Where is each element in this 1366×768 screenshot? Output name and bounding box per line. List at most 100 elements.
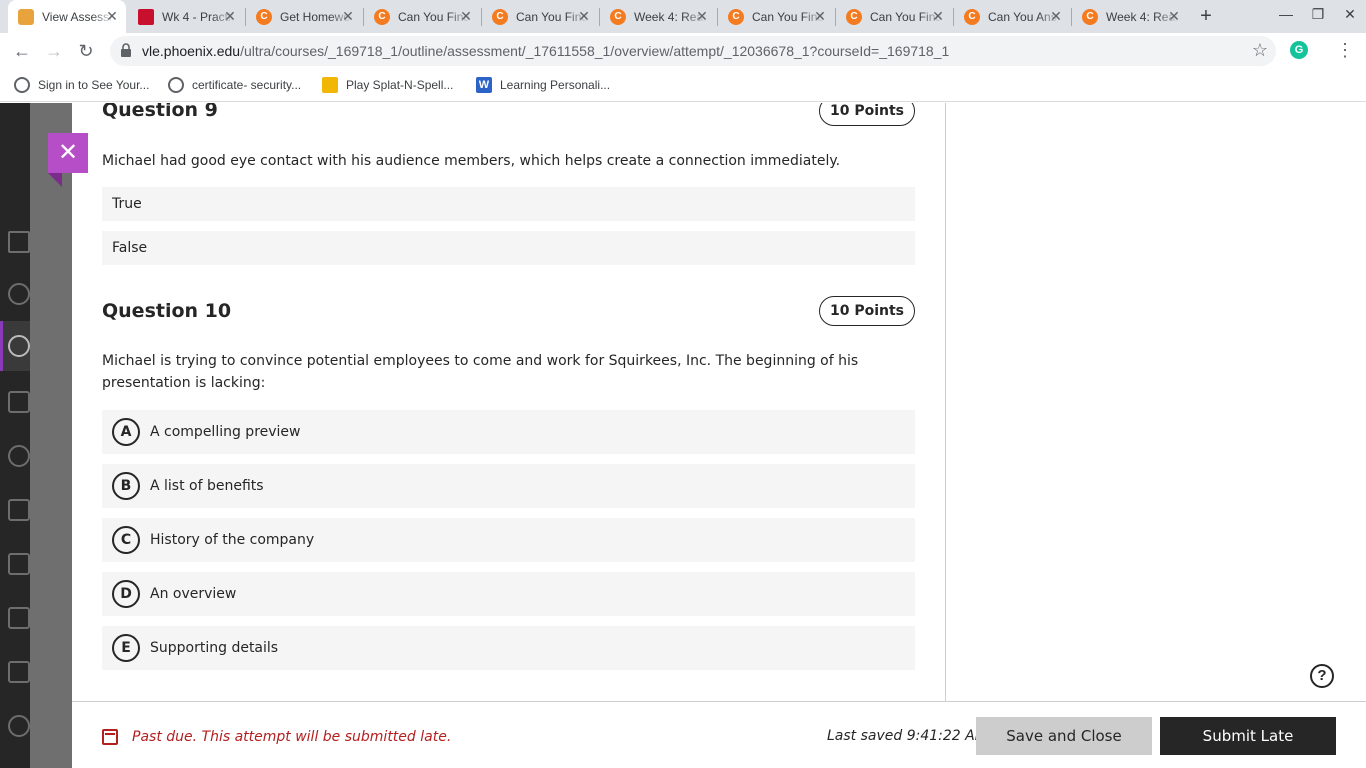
option-label: An overview <box>150 586 237 602</box>
help-icon[interactable]: ? <box>1310 664 1334 688</box>
past-due-notice: Past due. This attempt will be submitted… <box>102 729 451 745</box>
c-icon: C <box>728 8 744 25</box>
close-tab-icon[interactable]: ✕ <box>930 8 946 24</box>
courses-icon[interactable] <box>8 391 30 413</box>
bookmark-sign-in[interactable]: Sign in to See Your... <box>14 77 149 93</box>
option-label: True <box>112 196 142 212</box>
bookmark-label: certificate- security... <box>192 78 302 92</box>
answer-option-e[interactable]: E Supporting details <box>102 626 915 670</box>
tab-week4-reading-2[interactable]: C Week 4: Reading ✕ <box>1072 0 1188 33</box>
bookmark-learning-personality[interactable]: W Learning Personali... <box>476 77 610 93</box>
chart-icon <box>322 77 338 93</box>
red-book-icon <box>138 8 154 25</box>
url-text: vle.phoenix.edu/ultra/courses/_169718_1/… <box>142 43 949 59</box>
organizations-icon[interactable] <box>8 445 30 467</box>
calendar-icon[interactable] <box>8 499 30 521</box>
globe-icon[interactable] <box>8 335 30 357</box>
globe-icon <box>168 77 184 93</box>
assessment-footer: Past due. This attempt will be submitted… <box>72 701 1366 768</box>
close-tab-icon[interactable]: ✕ <box>694 8 710 24</box>
c-icon: C <box>374 8 390 25</box>
close-tab-icon[interactable]: ✕ <box>812 8 828 24</box>
bookmark-label: Sign in to See Your... <box>38 78 150 92</box>
minimize-icon[interactable]: — <box>1274 6 1298 22</box>
bookmark-splat-n-spell[interactable]: Play Splat-N-Spell... <box>322 77 453 93</box>
c-icon: C <box>846 8 862 25</box>
tools-icon[interactable] <box>8 661 30 683</box>
address-bar[interactable]: vle.phoenix.edu/ultra/courses/_169718_1/… <box>110 36 1276 66</box>
new-tab-button[interactable]: + <box>1196 5 1216 28</box>
close-tab-icon[interactable]: ✕ <box>104 8 120 24</box>
sign-out-icon[interactable] <box>8 715 30 737</box>
messages-icon[interactable] <box>8 553 30 575</box>
tab-wk4-practice[interactable]: Wk 4 - Practice ✕ <box>128 0 244 33</box>
answer-option-a[interactable]: A A compelling preview <box>102 410 915 454</box>
bookmark-label: Learning Personali... <box>500 78 611 92</box>
close-tab-icon[interactable]: ✕ <box>576 8 592 24</box>
browser-menu-icon[interactable]: ⋮ <box>1336 40 1354 61</box>
bookmarks-bar: Sign in to See Your... certificate- secu… <box>0 69 1366 102</box>
option-label: Supporting details <box>150 640 279 656</box>
question-10-title: Question 10 <box>102 300 232 322</box>
option-label: False <box>112 240 148 256</box>
answer-option-c[interactable]: C History of the company <box>102 518 915 562</box>
past-due-text: Past due. This attempt will be submitted… <box>132 729 452 745</box>
forward-arrow-icon[interactable]: → <box>43 40 65 62</box>
close-tab-icon[interactable]: ✕ <box>222 8 238 24</box>
grammarly-extension-icon[interactable]: G <box>1290 41 1308 59</box>
question-9-title: Question 9 <box>102 103 218 121</box>
restore-icon[interactable]: ❐ <box>1306 6 1330 23</box>
answer-option-true[interactable]: True <box>102 187 915 221</box>
tab-can-you-find-1[interactable]: C Can You Find ✕ <box>364 0 480 33</box>
window-close-icon[interactable]: ✕ <box>1338 6 1362 23</box>
option-letter: B <box>112 472 140 500</box>
globe-icon <box>14 77 30 93</box>
c-icon: C <box>1082 8 1098 25</box>
tab-can-you-find-4[interactable]: C Can You Find ✕ <box>836 0 952 33</box>
tab-can-you-answer[interactable]: C Can You Answer ✕ <box>954 0 1070 33</box>
course-side-nav <box>0 103 30 768</box>
option-letter: C <box>112 526 140 554</box>
close-tab-icon[interactable]: ✕ <box>340 8 356 24</box>
c-icon: C <box>964 8 980 25</box>
tab-week4-reading-1[interactable]: C Week 4: Reading ✕ <box>600 0 716 33</box>
c-icon: C <box>610 8 626 25</box>
url-path: /ultra/courses/_169718_1/outline/assessm… <box>240 43 950 59</box>
reload-icon[interactable]: ↻ <box>75 40 97 62</box>
bookmark-certificate[interactable]: certificate- security... <box>168 77 301 93</box>
answer-option-d[interactable]: D An overview <box>102 572 915 616</box>
submit-late-button[interactable]: Submit Late <box>1160 717 1336 755</box>
answer-option-false[interactable]: False <box>102 231 915 265</box>
browser-tab-strip: View Assessment ✕ Wk 4 - Practice ✕ C Ge… <box>0 0 1366 33</box>
tab-can-you-find-3[interactable]: C Can You Find ✕ <box>718 0 834 33</box>
close-panel-button[interactable]: ✕ <box>48 133 88 187</box>
tab-view-assessment[interactable]: View Assessment ✕ <box>8 0 126 33</box>
grades-icon[interactable] <box>8 607 30 629</box>
profile-icon[interactable] <box>8 283 30 305</box>
institution-icon[interactable] <box>8 231 30 253</box>
option-letter: A <box>112 418 140 446</box>
browser-toolbar: ← → ↻ vle.phoenix.edu/ultra/courses/_169… <box>0 33 1366 69</box>
calendar-alert-icon <box>102 729 118 745</box>
question-9-text: Michael had good eye contact with his au… <box>102 153 841 169</box>
answer-option-b[interactable]: B A list of benefits <box>102 464 915 508</box>
option-letter: E <box>112 634 140 662</box>
c-icon: C <box>492 8 508 25</box>
tab-get-homework-help[interactable]: C Get Homework Help ✕ <box>246 0 362 33</box>
pencil-icon <box>18 8 34 25</box>
app-area: ✕ Question 9 10 Points Michael had good … <box>0 103 1366 768</box>
last-saved-text: Last saved 9:41:22 AM <box>827 728 987 744</box>
tab-can-you-find-2[interactable]: C Can You Find ✕ <box>482 0 598 33</box>
bookmark-label: Play Splat-N-Spell... <box>346 78 454 92</box>
lock-icon <box>121 43 131 57</box>
bookmark-star-icon[interactable]: ☆ <box>1252 40 1268 61</box>
option-label: History of the company <box>150 532 315 548</box>
close-tab-icon[interactable]: ✕ <box>1048 8 1064 24</box>
back-arrow-icon[interactable]: ← <box>11 40 33 62</box>
save-and-close-button[interactable]: Save and Close <box>976 717 1152 755</box>
question-9-points: 10 Points <box>819 103 915 126</box>
question-10-points: 10 Points <box>819 296 915 326</box>
option-letter: D <box>112 580 140 608</box>
close-tab-icon[interactable]: ✕ <box>458 8 474 24</box>
close-tab-icon[interactable]: ✕ <box>1166 8 1182 24</box>
